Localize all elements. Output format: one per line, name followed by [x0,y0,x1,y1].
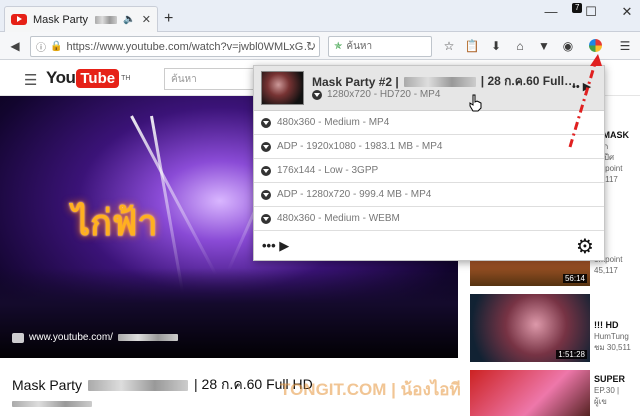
blurred-text [12,400,92,407]
menu-icon[interactable]: ☰ [616,37,634,55]
clipboard-icon[interactable]: 📋 [463,37,481,55]
download-icon [261,117,271,128]
download-option-label: 480x360 - Medium - WEBM [277,213,400,224]
settings-gear-icon[interactable]: ⚙ [576,234,594,259]
blurred-text [117,334,178,341]
logo-you: You [46,68,76,87]
blurred-text [95,15,118,24]
download-option-label: ADP - 1280x720 - 999.4 MB - MP4 [277,189,432,200]
hand-cursor-icon [469,94,482,112]
youtube-favicon-icon [11,14,27,25]
popup-footer: ••• ▶ ⚙ [254,230,604,260]
browser-tab[interactable]: Mask Party #2 | 🔈 ✕ [4,6,158,32]
related-item-text[interactable]: !!! HD HumTung ชม 30,511 [594,320,631,353]
crowd-silhouette [0,268,458,358]
tab-title: Mask Party #2 | [33,13,89,26]
video-overlay-text: ไก่ฟ้า [72,202,158,243]
close-window-button[interactable]: ✕ [604,2,640,24]
speaker-icon[interactable]: 🔈 [123,14,135,25]
info-icon[interactable]: ⓘ [36,39,46,54]
download-option-row[interactable]: 480x360 - Medium - MP4 [254,111,604,135]
more-options-button[interactable]: ••• ▶ [262,238,289,254]
download-icon [312,89,322,100]
logo-tube: Tube [76,68,120,88]
related-thumbnail[interactable]: 1:51:28 [470,294,590,362]
search-placeholder: ค้นหา [346,41,373,52]
reload-icon[interactable]: ↻ [302,37,320,55]
pocket-icon[interactable]: ▼ [535,37,553,55]
download-icon [261,141,271,152]
download-option-row[interactable]: 480x360 - Medium - WEBM [254,207,604,231]
search-bar[interactable]: ✯ ค้นหา [328,36,432,57]
home-icon[interactable]: ⌂ [511,37,529,55]
watermark-site: www.youtube.com/ [29,332,113,343]
related-item-text[interactable]: SUPER EP.30 | ผู้เข [594,374,625,407]
logo-region: TH [121,74,131,82]
tab-strip: Mask Party #2 | 🔈 ✕ + — ☐ ✕ [0,0,640,32]
video-title: Mask Party | 28 ก.ค.60 Full HD [12,374,313,396]
download-icon[interactable]: ⬇ [487,37,505,55]
main-download-option[interactable]: 1280x720 - HD720 - MP4 [312,89,440,100]
download-option-row[interactable]: ADP - 1280x720 - 999.4 MB - MP4 [254,183,604,207]
youtube-logo[interactable]: You Tube TH [46,68,130,88]
main-option-label: 1280x720 - HD720 - MP4 [327,89,441,100]
video-watermark: www.youtube.com/ [12,332,178,343]
close-tab-icon[interactable]: ✕ [142,13,151,26]
popup-header[interactable]: Mask Party #2 | | 28 ก.ค.60 Full… 1280x7… [254,66,604,111]
blurred-text [403,76,476,87]
video-subtitle [12,398,92,408]
lock-icon: 🔒 [50,41,63,52]
download-option-label: ADP - 1920x1080 - 1983.1 MB - MP4 [277,141,443,152]
video-download-popup: Mask Party #2 | | 28 ก.ค.60 Full… 1280x7… [253,65,605,261]
discord-icon [12,332,24,343]
download-option-row[interactable]: ADP - 1920x1080 - 1983.1 MB - MP4 [254,135,604,159]
popup-title-prefix: Mask Party #2 | [312,74,399,89]
guide-menu-icon[interactable]: ☰ [24,71,37,89]
related-thumbnail[interactable] [470,370,590,416]
extension-badge: 7 [572,3,583,13]
search-engine-icon: ✯ [334,41,343,52]
bookmark-star-icon[interactable]: ☆ [440,37,458,55]
navigation-toolbar: ◀ ⓘ 🔒 https://www.youtube.com/watch?v=jw… [0,32,640,60]
download-icon [261,165,271,176]
blurred-text [88,379,189,391]
download-option-label: 176x144 - Low - 3GPP [277,165,379,176]
download-option-label: 480x360 - Medium - MP4 [277,117,390,128]
video-title-prefix: Mask Party [12,377,83,393]
download-icon [261,213,271,224]
download-option-row[interactable]: 176x144 - Low - 3GPP [254,159,604,183]
address-bar[interactable]: ⓘ 🔒 https://www.youtube.com/watch?v=jwbl… [30,36,320,57]
download-icon [261,189,271,200]
back-icon[interactable]: ◀ [6,37,24,55]
new-tab-button[interactable]: + [164,10,173,28]
video-duration: 56:14 [562,274,587,283]
url-text[interactable]: https://www.youtube.com/watch?v=jwbl0WML… [66,41,314,53]
video-duration: 1:51:28 [556,350,587,359]
video-thumbnail [261,71,304,105]
video-downloader-extension-icon[interactable] [589,39,602,52]
annotation-arrow-icon [568,54,602,148]
page-watermark: TONGIT.COM | น้องไอที [280,380,461,399]
